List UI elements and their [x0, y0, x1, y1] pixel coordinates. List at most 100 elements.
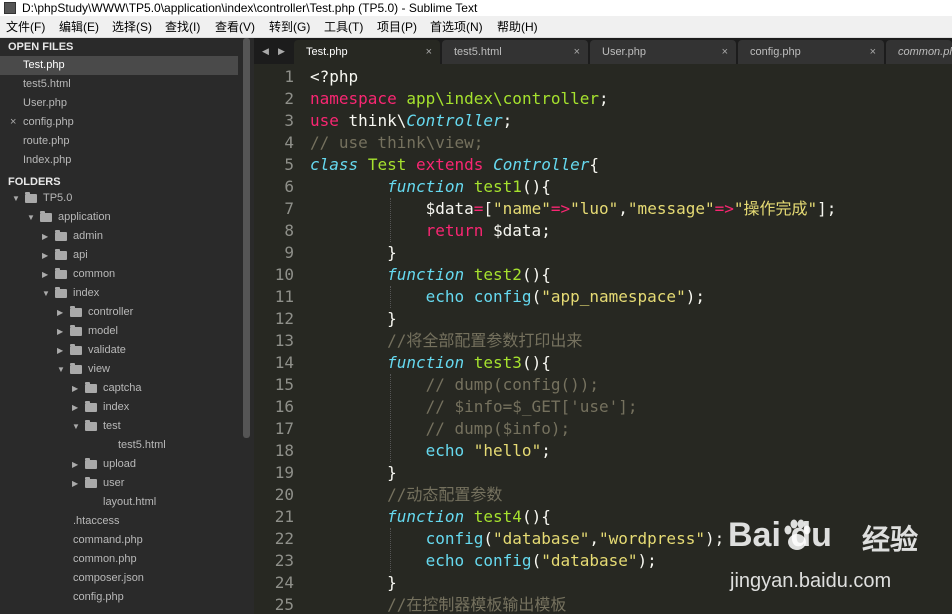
disclosure-closed-icon[interactable]: ▶: [72, 379, 78, 398]
folder-icon: [85, 401, 97, 412]
folder-item[interactable]: ▶ index: [0, 398, 238, 417]
disclosure-closed-icon[interactable]: ▶: [72, 398, 78, 417]
code-line[interactable]: $data=["name"=>"luo","message"=>"操作完成"];: [310, 198, 837, 220]
code-line[interactable]: config("database","wordpress");: [310, 528, 725, 550]
code-line[interactable]: function test3(){: [310, 352, 551, 374]
tab-1[interactable]: test5.html ×: [442, 40, 588, 64]
menu-item-7[interactable]: 项目(P): [377, 16, 417, 38]
code-line[interactable]: function test2(){: [310, 264, 551, 286]
folder-item[interactable]: ▶ validate: [0, 341, 238, 360]
folder-item[interactable]: ▶ user: [0, 474, 238, 493]
code-token: test1: [473, 177, 522, 196]
file-item[interactable]: composer.json: [0, 569, 238, 588]
tab-3[interactable]: config.php ×: [738, 40, 884, 64]
code-line[interactable]: class Test extends Controller{: [310, 154, 599, 176]
menu-item-5[interactable]: 转到(G): [269, 16, 310, 38]
folder-item[interactable]: ▼ application: [0, 208, 238, 227]
code-line[interactable]: // dump(config());: [310, 374, 599, 396]
folder-item[interactable]: ▶ upload: [0, 455, 238, 474]
disclosure-open-icon[interactable]: ▼: [72, 417, 80, 436]
tab-close-icon[interactable]: ×: [426, 40, 432, 64]
open-file-item[interactable]: Index.php: [0, 151, 238, 170]
disclosure-open-icon[interactable]: ▼: [27, 208, 35, 227]
disclosure-closed-icon[interactable]: ▶: [57, 322, 63, 341]
disclosure-closed-icon[interactable]: ▶: [42, 227, 48, 246]
disclosure-open-icon[interactable]: ▼: [42, 284, 50, 303]
code-line[interactable]: use think\Controller;: [310, 110, 512, 132]
folder-icon: [25, 192, 37, 203]
folder-item[interactable]: ▶ admin: [0, 227, 238, 246]
file-item[interactable]: test5.html: [0, 436, 238, 455]
open-file-label: test5.html: [23, 78, 71, 90]
code-line[interactable]: }: [310, 242, 397, 264]
tab-close-icon[interactable]: ×: [870, 40, 876, 64]
disclosure-closed-icon[interactable]: ▶: [72, 474, 78, 493]
open-file-item[interactable]: test5.html: [0, 75, 238, 94]
open-file-item[interactable]: route.php: [0, 132, 238, 151]
folder-item[interactable]: ▶ captcha: [0, 379, 238, 398]
menu-item-4[interactable]: 查看(V): [215, 16, 255, 38]
tab-scroll-right-icon[interactable]: ▶: [278, 38, 285, 64]
disclosure-closed-icon[interactable]: ▶: [57, 303, 63, 322]
code-line[interactable]: }: [310, 308, 397, 330]
folder-item[interactable]: ▶ controller: [0, 303, 238, 322]
code-line[interactable]: }: [310, 572, 397, 594]
code-line[interactable]: }: [310, 462, 397, 484]
file-item[interactable]: config.php: [0, 588, 238, 607]
menu-item-9[interactable]: 帮助(H): [497, 16, 538, 38]
folder-item[interactable]: ▶ model: [0, 322, 238, 341]
code-line[interactable]: //将全部配置参数打印出来: [310, 330, 582, 352]
tab-0[interactable]: Test.php ×: [294, 40, 440, 64]
open-file-item[interactable]: User.php: [0, 94, 238, 113]
code-line[interactable]: echo config("app_namespace");: [310, 286, 705, 308]
menu-item-6[interactable]: 工具(T): [324, 16, 363, 38]
sidebar-scrollbar[interactable]: [243, 38, 250, 438]
code-line[interactable]: echo "hello";: [310, 440, 551, 462]
tab-4[interactable]: common.ph: [886, 40, 952, 64]
folder-item[interactable]: ▼ index: [0, 284, 238, 303]
tab-close-icon[interactable]: ×: [722, 40, 728, 64]
disclosure-open-icon[interactable]: ▼: [57, 360, 65, 379]
code-token: <?php: [310, 67, 359, 86]
code-line[interactable]: echo config("database");: [310, 550, 657, 572]
open-file-item[interactable]: × config.php: [0, 113, 238, 132]
tab-close-icon[interactable]: ×: [574, 40, 580, 64]
tab-2[interactable]: User.php ×: [590, 40, 736, 64]
code-line[interactable]: // dump($info);: [310, 418, 571, 440]
file-item[interactable]: common.php: [0, 550, 238, 569]
code-line[interactable]: namespace app\index\controller;: [310, 88, 609, 110]
folder-item[interactable]: ▼ TP5.0: [0, 189, 238, 208]
menu-item-2[interactable]: 选择(S): [112, 16, 152, 38]
open-file-item[interactable]: Test.php: [0, 56, 238, 75]
menu-item-0[interactable]: 文件(F): [6, 16, 45, 38]
code-line[interactable]: // $info=$_GET['use'];: [310, 396, 638, 418]
open-file-label: config.php: [23, 116, 74, 128]
menu-item-3[interactable]: 查找(I): [165, 16, 200, 38]
file-item[interactable]: layout.html: [0, 493, 238, 512]
file-item[interactable]: .htaccess: [0, 512, 238, 531]
disclosure-closed-icon[interactable]: ▶: [57, 341, 63, 360]
sublime-app-icon: [4, 2, 16, 14]
menu-item-1[interactable]: 编辑(E): [59, 16, 99, 38]
code-line[interactable]: function test4(){: [310, 506, 551, 528]
tab-scroll-left-icon[interactable]: ◀: [262, 38, 269, 64]
disclosure-open-icon[interactable]: ▼: [12, 189, 20, 208]
file-item[interactable]: command.php: [0, 531, 238, 550]
line-number: 17: [274, 419, 294, 438]
menu-item-8[interactable]: 首选项(N): [430, 16, 483, 38]
code-line[interactable]: function test1(){: [310, 176, 551, 198]
folder-item[interactable]: ▶ common: [0, 265, 238, 284]
disclosure-closed-icon[interactable]: ▶: [42, 265, 48, 284]
folder-item[interactable]: ▼ view: [0, 360, 238, 379]
disclosure-closed-icon[interactable]: ▶: [72, 455, 78, 474]
folder-item[interactable]: ▶ api: [0, 246, 238, 265]
code-line[interactable]: return $data;: [310, 220, 551, 242]
code-line[interactable]: <?php: [310, 66, 358, 88]
code-line[interactable]: //在控制器模板输出模板: [310, 594, 566, 614]
disclosure-closed-icon[interactable]: ▶: [42, 246, 48, 265]
code-line[interactable]: // use think\view;: [310, 132, 483, 154]
code-line[interactable]: //动态配置参数: [310, 484, 502, 506]
folder-item[interactable]: ▼ test: [0, 417, 238, 436]
close-file-icon[interactable]: ×: [10, 113, 16, 132]
